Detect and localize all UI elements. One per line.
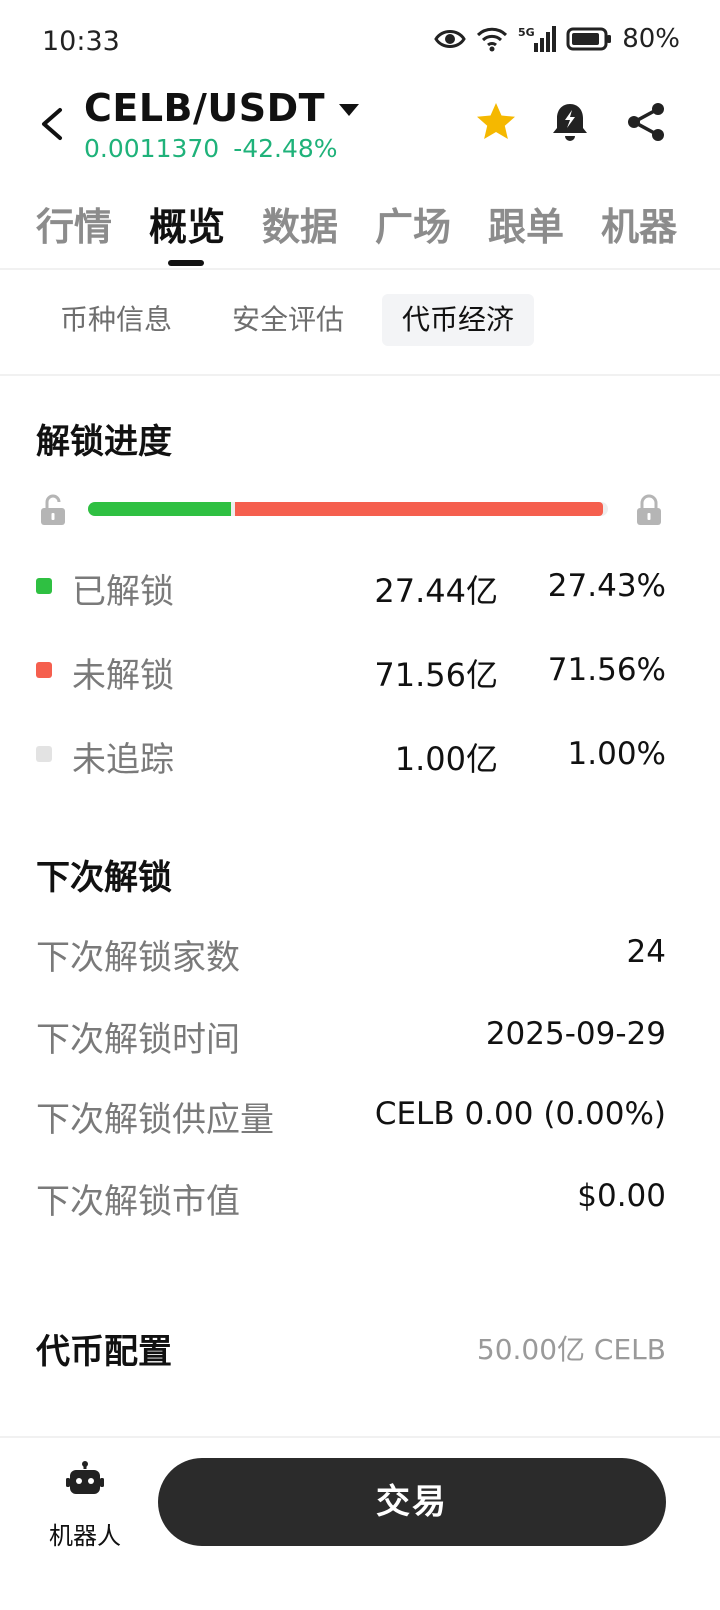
next-unlock-supply-row: 下次解锁供应量 CELB 0.00 (0.00%) xyxy=(36,1090,666,1140)
legend-amount: 27.44亿 xyxy=(374,572,498,610)
token-config-title: 代币配置 xyxy=(36,1333,172,1371)
legend-label: 未解锁 xyxy=(72,657,174,695)
unlock-progress-bar xyxy=(88,502,608,516)
caret-down-icon xyxy=(339,104,360,116)
legend-label: 未追踪 xyxy=(72,741,174,779)
kv-value: $0.00 xyxy=(577,1178,666,1214)
kv-label: 下次解锁家数 xyxy=(36,939,240,977)
pair-selector[interactable]: CELB/USDT xyxy=(84,86,360,130)
unlocked-segment xyxy=(88,502,231,516)
kv-label: 下次解锁时间 xyxy=(36,1021,240,1059)
bot-label: 机器人 xyxy=(49,1523,121,1550)
legend-unlocked: 已解锁 27.44亿 27.43% xyxy=(36,562,666,612)
kv-value: 24 xyxy=(626,934,666,970)
token-config-total: 50.00亿 CELB xyxy=(476,1333,666,1366)
bot-button[interactable]: 机器人 xyxy=(40,1460,130,1550)
back-arrow-icon[interactable] xyxy=(34,104,74,144)
trade-button[interactable]: 交易 xyxy=(158,1458,666,1546)
divider xyxy=(0,268,720,270)
legend-untracked: 未追踪 1.00亿 1.00% xyxy=(36,730,666,780)
pair-price-row: 0.0011370 -42.48% xyxy=(84,134,338,163)
legend-locked: 未解锁 71.56亿 71.56% xyxy=(36,646,666,696)
header: CELB/USDT 0.0011370 -42.48% xyxy=(0,86,720,176)
kv-label: 下次解锁供应量 xyxy=(36,1101,274,1139)
unlocked-padlock-icon xyxy=(41,494,65,525)
kv-value: 2025-09-29 xyxy=(485,1016,666,1052)
robot-icon xyxy=(66,1461,104,1494)
unlocked-color-swatch xyxy=(36,578,52,594)
legend-amount: 71.56亿 xyxy=(374,656,498,694)
active-tab-indicator xyxy=(168,260,204,266)
subtab-coin-info[interactable]: 币种信息 xyxy=(40,294,192,346)
share-icon[interactable] xyxy=(624,100,668,144)
battery-icon xyxy=(566,27,612,51)
status-bar: 10:33 5G 80% xyxy=(0,0,720,86)
tab-market[interactable]: 行情 xyxy=(36,196,112,251)
divider xyxy=(0,374,720,376)
price-alert-bell-icon[interactable] xyxy=(548,100,592,144)
unlock-progress-title: 解锁进度 xyxy=(36,423,172,461)
battery-percent: 80% xyxy=(622,24,680,54)
tab-data[interactable]: 数据 xyxy=(262,196,338,251)
status-icons: 5G 80% xyxy=(434,24,680,54)
main-tabs: 行情 概览 数据 广场 跟单 机器 xyxy=(0,190,720,270)
tab-square[interactable]: 广场 xyxy=(375,196,451,251)
pair-name: CELB/USDT xyxy=(84,86,326,130)
tab-copy-trading[interactable]: 跟单 xyxy=(488,196,564,251)
tab-overview[interactable]: 概览 xyxy=(149,196,225,251)
svg-text:5G: 5G xyxy=(518,26,535,39)
wifi-icon xyxy=(477,27,508,52)
status-time: 10:33 xyxy=(42,26,120,57)
next-unlock-market-cap-row: 下次解锁市值 $0.00 xyxy=(36,1172,666,1222)
locked-padlock-icon xyxy=(637,494,661,525)
star-icon[interactable] xyxy=(474,100,518,144)
tab-bots[interactable]: 机器 xyxy=(601,196,677,251)
subtab-tokenomics[interactable]: 代币经济 xyxy=(382,294,535,346)
divider xyxy=(0,1436,720,1438)
locked-segment xyxy=(235,502,603,516)
legend-percent: 71.56% xyxy=(547,652,666,688)
locked-color-swatch xyxy=(36,662,52,678)
eye-icon xyxy=(434,30,466,48)
legend-label: 已解锁 xyxy=(72,573,174,611)
next-unlock-time-row: 下次解锁时间 2025-09-29 xyxy=(36,1010,666,1060)
price-change: -42.48% xyxy=(233,134,338,163)
signal-5g-icon: 5G xyxy=(518,26,557,52)
next-unlock-count-row: 下次解锁家数 24 xyxy=(36,928,666,978)
kv-value: CELB 0.00 (0.00%) xyxy=(374,1096,666,1132)
untracked-color-swatch xyxy=(36,746,52,762)
legend-amount: 1.00亿 xyxy=(394,740,498,778)
subtab-security[interactable]: 安全评估 xyxy=(212,294,364,346)
next-unlock-title: 下次解锁 xyxy=(36,859,172,897)
kv-label: 下次解锁市值 xyxy=(36,1183,240,1221)
legend-percent: 27.43% xyxy=(547,568,666,604)
last-price: 0.0011370 xyxy=(84,134,220,163)
legend-percent: 1.00% xyxy=(567,736,666,772)
